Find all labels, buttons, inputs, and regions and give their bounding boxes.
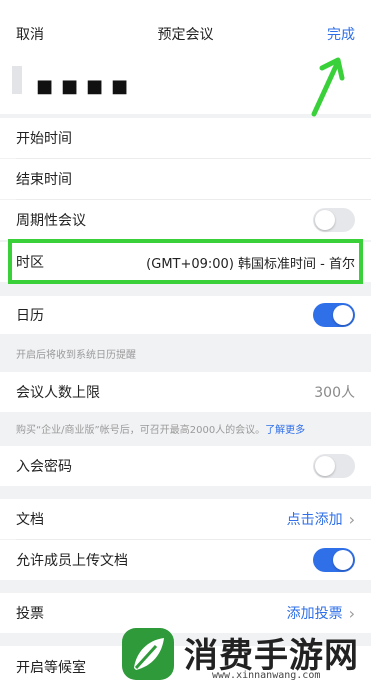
masked-subject-text: ■■■■ (36, 76, 137, 97)
start-time-row[interactable]: 开始时间 (0, 118, 371, 158)
toggle-knob (315, 210, 335, 230)
text-cursor (12, 66, 22, 94)
allow-upload-row: 允许成员上传文档 (0, 540, 371, 580)
chevron-right-icon: › (348, 509, 355, 529)
capacity-note-text: 购买“企业/商业版”帐号后，可召开最高2000人的会议。 (16, 425, 266, 436)
leaf-icon (134, 638, 164, 670)
password-label: 入会密码 (16, 459, 72, 475)
documents-row[interactable]: 文档 点击添加 › (0, 499, 371, 539)
calendar-note: 开启后将收到系统日历提醒 (16, 350, 136, 361)
calendar-toggle[interactable] (313, 303, 355, 327)
watermark-url: www.xinnanwang.com (212, 670, 321, 681)
add-document-link[interactable]: 点击添加 (287, 509, 343, 529)
toggle-knob (333, 305, 353, 325)
password-row: 入会密码 (0, 446, 371, 486)
annotation-arrow-icon (311, 57, 345, 117)
timezone-highlight-box (8, 239, 363, 284)
watermark-logo-icon (122, 628, 174, 680)
calendar-label: 日历 (16, 308, 44, 324)
page-title: 预定会议 (157, 27, 214, 43)
allow-upload-label: 允许成员上传文档 (16, 553, 128, 569)
done-button[interactable]: 完成 (327, 24, 355, 44)
recurring-toggle[interactable] (313, 208, 355, 232)
start-time-label: 开始时间 (16, 131, 72, 147)
documents-label: 文档 (16, 512, 44, 528)
capacity-value: 300人 (314, 385, 355, 401)
end-time-label: 结束时间 (16, 172, 72, 188)
password-toggle[interactable] (313, 454, 355, 478)
toggle-knob (333, 550, 353, 570)
calendar-row: 日历 (0, 296, 371, 334)
toggle-knob (315, 456, 335, 476)
recurring-label: 周期性会议 (16, 213, 86, 229)
capacity-row: 会议人数上限 300人 (0, 372, 371, 412)
capacity-label: 会议人数上限 (16, 385, 100, 401)
recurring-row: 周期性会议 (0, 200, 371, 240)
learn-more-link[interactable]: 了解更多 (265, 425, 305, 436)
allow-upload-toggle[interactable] (313, 548, 355, 572)
end-time-row[interactable]: 结束时间 (0, 159, 371, 199)
watermark: 消费手游网 www.xinnanwang.com (116, 618, 371, 688)
capacity-note: 购买“企业/商业版”帐号后，可召开最高2000人的会议。了解更多 (16, 421, 305, 436)
